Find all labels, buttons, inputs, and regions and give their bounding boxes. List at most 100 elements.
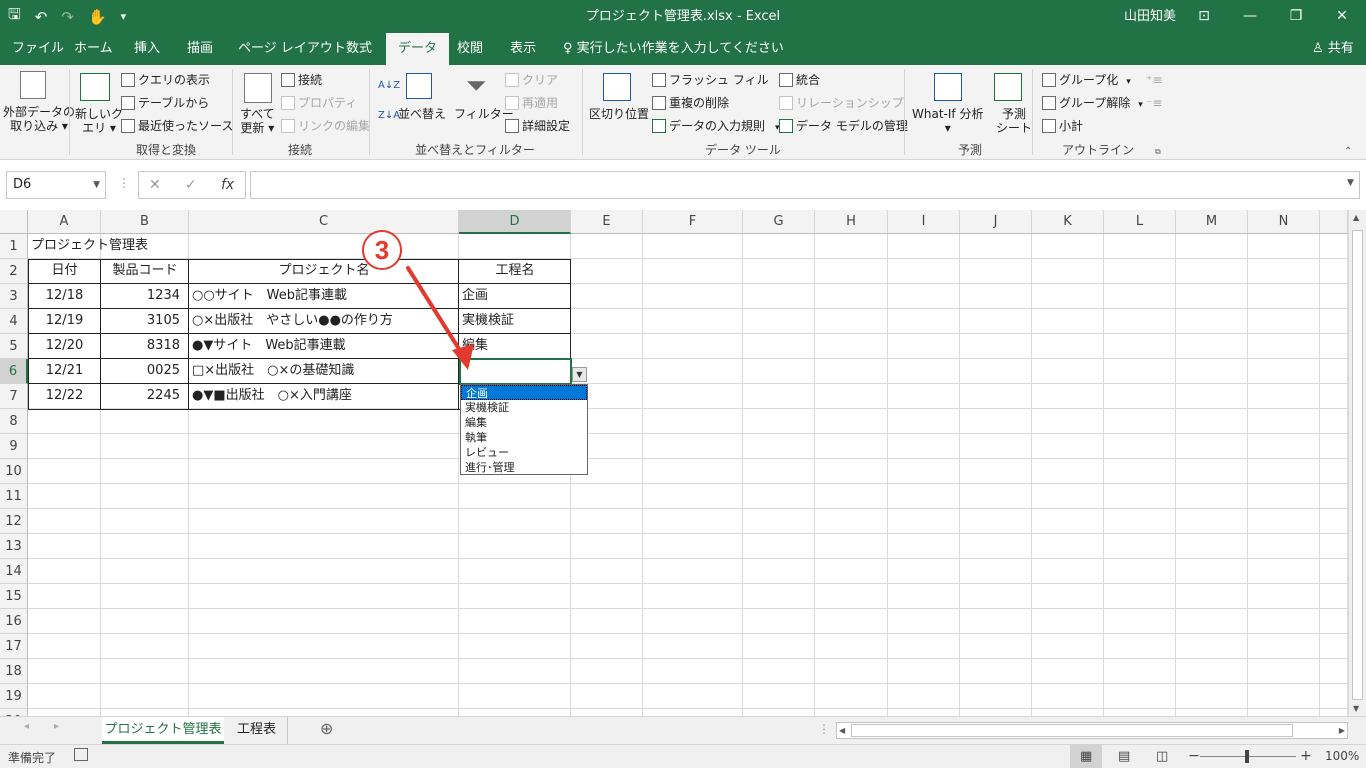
dropdown-option[interactable]: 企画: [461, 385, 587, 400]
text-to-columns-button[interactable]: 区切り位置: [589, 107, 649, 121]
column-header-l[interactable]: L: [1104, 210, 1176, 234]
row-header-6[interactable]: 6: [0, 359, 28, 384]
row-header-18[interactable]: 18: [0, 659, 28, 684]
refresh-all-button[interactable]: すべて 更新 ▾: [240, 107, 275, 135]
select-all-corner[interactable]: [0, 210, 28, 234]
row-header-1[interactable]: 1: [0, 234, 28, 259]
consolidate-button[interactable]: 統合: [779, 73, 820, 87]
process-cell[interactable]: 実機検証: [459, 309, 571, 334]
column-header-e[interactable]: E: [571, 210, 643, 234]
row-header-7[interactable]: 7: [0, 384, 28, 409]
remove-duplicates-button[interactable]: 重複の削除: [652, 96, 729, 110]
name-box[interactable]: D6 ▼: [6, 171, 106, 199]
column-header-m[interactable]: M: [1176, 210, 1248, 234]
dropdown-option[interactable]: 編集: [461, 415, 587, 430]
next-sheet-icon[interactable]: ▸: [54, 721, 59, 732]
dropdown-option[interactable]: 進行･管理: [461, 460, 587, 475]
process-cell[interactable]: 編集: [459, 334, 571, 359]
tell-me-search[interactable]: ♀ 実行したい作業を入力してください: [563, 33, 784, 65]
row-header-19[interactable]: 19: [0, 684, 28, 709]
tab-file[interactable]: ファイル: [10, 33, 66, 65]
prev-sheet-icon[interactable]: ◂: [24, 721, 29, 732]
row-header-8[interactable]: 8: [0, 409, 28, 434]
share-button[interactable]: ♙ 共有: [1312, 33, 1354, 65]
row-header-5[interactable]: 5: [0, 334, 28, 359]
row-header-10[interactable]: 10: [0, 459, 28, 484]
table-header-cell[interactable]: 製品コード: [101, 259, 189, 284]
tab-split-handle-icon[interactable]: ⋮: [818, 722, 830, 736]
restore-button[interactable]: ❐: [1276, 0, 1316, 33]
enter-icon[interactable]: ✓: [185, 172, 197, 198]
reapply-button[interactable]: 再適用: [505, 96, 558, 110]
forecast-sheet-button[interactable]: 予測 シート: [996, 107, 1032, 135]
column-header-c[interactable]: C: [189, 210, 459, 234]
column-header-j[interactable]: J: [960, 210, 1032, 234]
project-name-cell[interactable]: □×出版社 ○×の基礎知識: [189, 359, 459, 384]
column-header-a[interactable]: A: [28, 210, 101, 234]
tab-page-layout[interactable]: ページ レイアウト: [236, 33, 348, 65]
column-header-g[interactable]: G: [743, 210, 815, 234]
process-cell[interactable]: 企画: [459, 284, 571, 309]
ungroup-button[interactable]: グループ解除 ▾: [1042, 96, 1143, 112]
subtotal-button[interactable]: 小計: [1042, 119, 1083, 133]
zoom-out-button[interactable]: −: [1188, 748, 1200, 764]
add-sheet-icon[interactable]: ⊕: [320, 719, 333, 738]
column-header-b[interactable]: B: [101, 210, 189, 234]
row-header-15[interactable]: 15: [0, 584, 28, 609]
vertical-scroll-thumb[interactable]: [1352, 230, 1363, 700]
scroll-up-icon[interactable]: ▲: [1353, 213, 1359, 222]
get-external-data-button[interactable]: 外部データの 取り込み ▾: [3, 105, 75, 133]
sort-button[interactable]: 並べ替え: [398, 107, 446, 121]
column-header-o[interactable]: [1320, 210, 1348, 234]
tab-formulas[interactable]: 数式: [344, 33, 374, 65]
dropdown-option[interactable]: 執筆: [461, 430, 587, 445]
page-layout-view-icon[interactable]: ▤: [1118, 749, 1130, 764]
ribbon-display-options-icon[interactable]: ⊡: [1184, 0, 1224, 33]
date-cell[interactable]: 12/18: [28, 284, 101, 309]
sheet-tab-process[interactable]: 工程表: [226, 717, 288, 744]
product-code-cell[interactable]: 8318: [101, 334, 183, 359]
account-name[interactable]: 山田知美: [1124, 0, 1176, 33]
validation-dropdown-button[interactable]: ▼: [572, 367, 587, 382]
data-validation-button[interactable]: データの入力規則 ▾: [652, 119, 780, 135]
properties-button[interactable]: プロパティ: [281, 96, 357, 110]
zoom-slider-thumb[interactable]: [1245, 750, 1249, 763]
table-header-cell[interactable]: 工程名: [459, 259, 571, 284]
connections-button[interactable]: 接続: [281, 73, 322, 87]
tab-insert[interactable]: 挿入: [132, 33, 162, 65]
row-header-16[interactable]: 16: [0, 609, 28, 634]
row-header-11[interactable]: 11: [0, 484, 28, 509]
formula-input[interactable]: [250, 171, 1360, 199]
date-cell[interactable]: 12/21: [28, 359, 101, 384]
row-header-13[interactable]: 13: [0, 534, 28, 559]
worksheet-grid[interactable]: ABCDEFGHIJKLMN 1 2 3 4 5 6 7 8 9 10 11 12 13 14 15 16 17…: [0, 210, 1366, 716]
tab-review[interactable]: 校閲: [455, 33, 485, 65]
row-header-2[interactable]: 2: [0, 259, 28, 284]
tab-view[interactable]: 表示: [508, 33, 538, 65]
show-detail-icon[interactable]: ⁺≡: [1146, 73, 1162, 87]
cancel-icon[interactable]: ✕: [149, 172, 161, 198]
group-button[interactable]: グループ化 ▾: [1042, 73, 1131, 89]
row-header-17[interactable]: 17: [0, 634, 28, 659]
column-header-k[interactable]: K: [1032, 210, 1104, 234]
row-header-14[interactable]: 14: [0, 559, 28, 584]
horizontal-scrollbar[interactable]: ◀ ▶: [836, 722, 1348, 739]
manage-data-model-button[interactable]: データ モデルの管理: [779, 119, 908, 133]
horizontal-scroll-thumb[interactable]: [851, 724, 1293, 737]
column-header-f[interactable]: F: [643, 210, 743, 234]
normal-view-button[interactable]: ▦: [1070, 745, 1102, 768]
hide-detail-icon[interactable]: ⁻≡: [1146, 96, 1162, 110]
edit-links-button[interactable]: リンクの編集: [281, 119, 370, 133]
relationships-button[interactable]: リレーションシップ: [779, 96, 904, 110]
row-header-9[interactable]: 9: [0, 434, 28, 459]
row-header-4[interactable]: 4: [0, 309, 28, 334]
recent-sources-button[interactable]: 最近使ったソース: [121, 119, 233, 133]
outline-dialog-launcher-icon[interactable]: ⧉: [1155, 145, 1161, 159]
from-table-button[interactable]: テーブルから: [121, 96, 209, 110]
column-header-h[interactable]: H: [815, 210, 888, 234]
dropdown-option[interactable]: レビュー: [461, 445, 587, 460]
zoom-in-button[interactable]: +: [1300, 748, 1312, 764]
macro-record-icon[interactable]: [74, 748, 88, 761]
show-queries-button[interactable]: クエリの表示: [121, 73, 210, 87]
row-header-3[interactable]: 3: [0, 284, 28, 309]
